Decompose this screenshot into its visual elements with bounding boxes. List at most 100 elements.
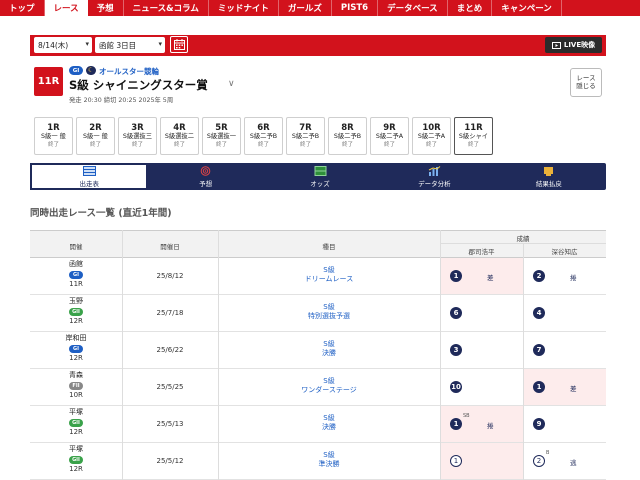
race-tab[interactable]: 7R S級二予B 終了 xyxy=(286,117,325,155)
grade-badge: GII xyxy=(69,456,83,464)
race-tab-status: 終了 xyxy=(131,142,143,148)
nav-item[interactable]: レース xyxy=(44,0,88,16)
date-select-value: 8/14(木) xyxy=(38,40,69,50)
race-tab-number: 6R xyxy=(257,123,270,133)
nav-item[interactable]: データベース xyxy=(378,0,448,16)
menu-tab-label: オッズ xyxy=(310,179,330,188)
event-link[interactable]: S級 決勝 xyxy=(218,340,440,358)
race-tab-status: 終了 xyxy=(173,142,185,148)
race-tab[interactable]: 11R S級シャイ 終了 xyxy=(454,117,493,155)
event-name: 特別選抜予選 xyxy=(308,312,350,320)
finish-position: 1 xyxy=(533,381,545,393)
race-tab-number: 5R xyxy=(215,123,228,133)
race-tab-class: S級シャイ xyxy=(458,133,489,140)
menu-tab-label: 予想 xyxy=(199,179,213,188)
race-tab[interactable]: 4R S級選抜二 終了 xyxy=(160,117,199,155)
venue-name[interactable]: 平塚 xyxy=(30,445,122,454)
calendar-button[interactable] xyxy=(170,36,188,53)
nav-item[interactable]: トップ xyxy=(0,0,45,16)
race-tab-number: 4R xyxy=(173,123,186,133)
race-tab[interactable]: 1R S級一 般終了 xyxy=(34,117,73,155)
event-class: S級 xyxy=(323,377,335,385)
nav-item[interactable]: 予想 xyxy=(88,0,124,16)
event-link[interactable]: S級 ワンダーステージ xyxy=(218,377,440,395)
race-number: 11R xyxy=(69,280,83,288)
event-class: S級 xyxy=(323,303,335,311)
race-tab[interactable]: 5R S級選抜一 終了 xyxy=(202,117,241,155)
divider xyxy=(440,443,441,480)
nav-item[interactable]: ニュース&コラム xyxy=(124,0,209,16)
venue-cell: 岸和田 GI 12R xyxy=(30,334,122,363)
nav-item[interactable]: キャンペーン xyxy=(492,0,562,16)
date-select[interactable]: 8/14(木) ▾ xyxy=(34,37,92,53)
divider xyxy=(523,406,524,443)
live-video-button[interactable]: LIVE映像 xyxy=(545,37,602,53)
header-rider-1[interactable]: 郡司浩平 xyxy=(440,246,523,256)
divider xyxy=(440,258,441,295)
event-name: ワンダーステージ xyxy=(301,386,357,394)
winning-move: 捲 xyxy=(570,274,577,282)
date-cell: 25/6/22 xyxy=(156,346,184,354)
date-cell: 25/7/18 xyxy=(156,309,184,317)
event-name: 決勝 xyxy=(322,349,336,357)
event-link[interactable]: S級 ドリームレース xyxy=(218,266,440,284)
nav-item[interactable]: ミッドナイト xyxy=(209,0,279,16)
finish-position: 3 xyxy=(450,344,462,356)
table-icon xyxy=(82,165,96,176)
race-tab[interactable]: 10R S級二予A 終了 xyxy=(412,117,451,155)
header-results: 成績 xyxy=(516,235,530,243)
header-event: 種目 xyxy=(322,243,336,251)
race-tab[interactable]: 3R S級選抜三 終了 xyxy=(118,117,157,155)
divider xyxy=(523,443,524,480)
table-row: 青森 FII 10R 25/5/25 S級 ワンダーステージ 10 1 差 xyxy=(30,369,606,406)
race-tab-class: S級二予B xyxy=(249,133,278,140)
trophy-icon xyxy=(542,166,555,176)
race-tab[interactable]: 8R S級二予B 終了 xyxy=(328,117,367,155)
table-row: 玉野 GII 12R 25/7/18 S級 特別選抜予選 6 4 xyxy=(30,295,606,332)
race-tab-status: 終了 xyxy=(257,142,269,148)
hide-race-button[interactable]: レース 隠じる xyxy=(570,68,602,97)
race-tab-number: 11R xyxy=(464,123,483,133)
venue-day-select[interactable]: 函館 3日目 ▾ xyxy=(95,37,165,53)
race-tab-class: S級二予B xyxy=(333,133,362,140)
divider xyxy=(218,230,219,258)
race-tab[interactable]: 9R S級二予A 終了 xyxy=(370,117,409,155)
divider xyxy=(440,332,441,369)
winning-move: 逃 xyxy=(570,459,577,467)
menu-tab[interactable]: 予想 xyxy=(148,163,262,190)
divider xyxy=(523,243,524,258)
venue-name[interactable]: 函館 xyxy=(30,260,122,269)
venue-name[interactable]: 青森 xyxy=(30,371,122,380)
race-tab[interactable]: 6R S級二予B 終了 xyxy=(244,117,283,155)
menu-tab-label: 出走表 xyxy=(79,179,99,188)
hide-race-label-1: レース xyxy=(576,73,596,82)
menu-tab[interactable]: オッズ xyxy=(263,163,377,190)
race-tab-status: 終了 xyxy=(299,142,311,148)
event-name[interactable]: オールスター競輪 xyxy=(99,66,159,77)
section-title: 同時出走レース一覧 (直近1年間) xyxy=(30,208,172,219)
grade-badge: GI xyxy=(69,345,83,353)
race-number: 12R xyxy=(69,465,83,473)
nav-item[interactable]: まとめ xyxy=(448,0,493,16)
divider xyxy=(122,230,123,258)
race-tab-number: 3R xyxy=(131,123,144,133)
venue-name[interactable]: 岸和田 xyxy=(30,334,122,343)
winning-move: 差 xyxy=(487,274,494,282)
nav-item[interactable]: ガールズ xyxy=(279,0,332,16)
chevron-down-icon[interactable]: ∨ xyxy=(228,79,235,89)
menu-tab[interactable]: データ分析 xyxy=(377,163,491,190)
race-tab[interactable]: 2R S級一 般終了 xyxy=(76,117,115,155)
event-link[interactable]: S級 準決勝 xyxy=(218,451,440,469)
header-rider-2[interactable]: 深谷知広 xyxy=(523,246,606,256)
menu-tab[interactable]: 結果払戻 xyxy=(492,163,606,190)
event-link[interactable]: S級 決勝 xyxy=(218,414,440,432)
menu-tab[interactable]: 出走表 xyxy=(30,163,149,190)
venue-name[interactable]: 玉野 xyxy=(30,297,122,306)
race-number: 12R xyxy=(69,354,83,362)
grade-badge: GII xyxy=(69,308,83,316)
race-tab-class: S級一 般 xyxy=(83,133,108,140)
event-link[interactable]: S級 特別選抜予選 xyxy=(218,303,440,321)
top-nav: トップ レース 予想 ニュース&コラム ミッドナイト ガールズ PIST6 データベース まとめ… xyxy=(0,0,640,16)
venue-name[interactable]: 平塚 xyxy=(30,408,122,417)
nav-item[interactable]: PIST6 xyxy=(332,0,379,16)
